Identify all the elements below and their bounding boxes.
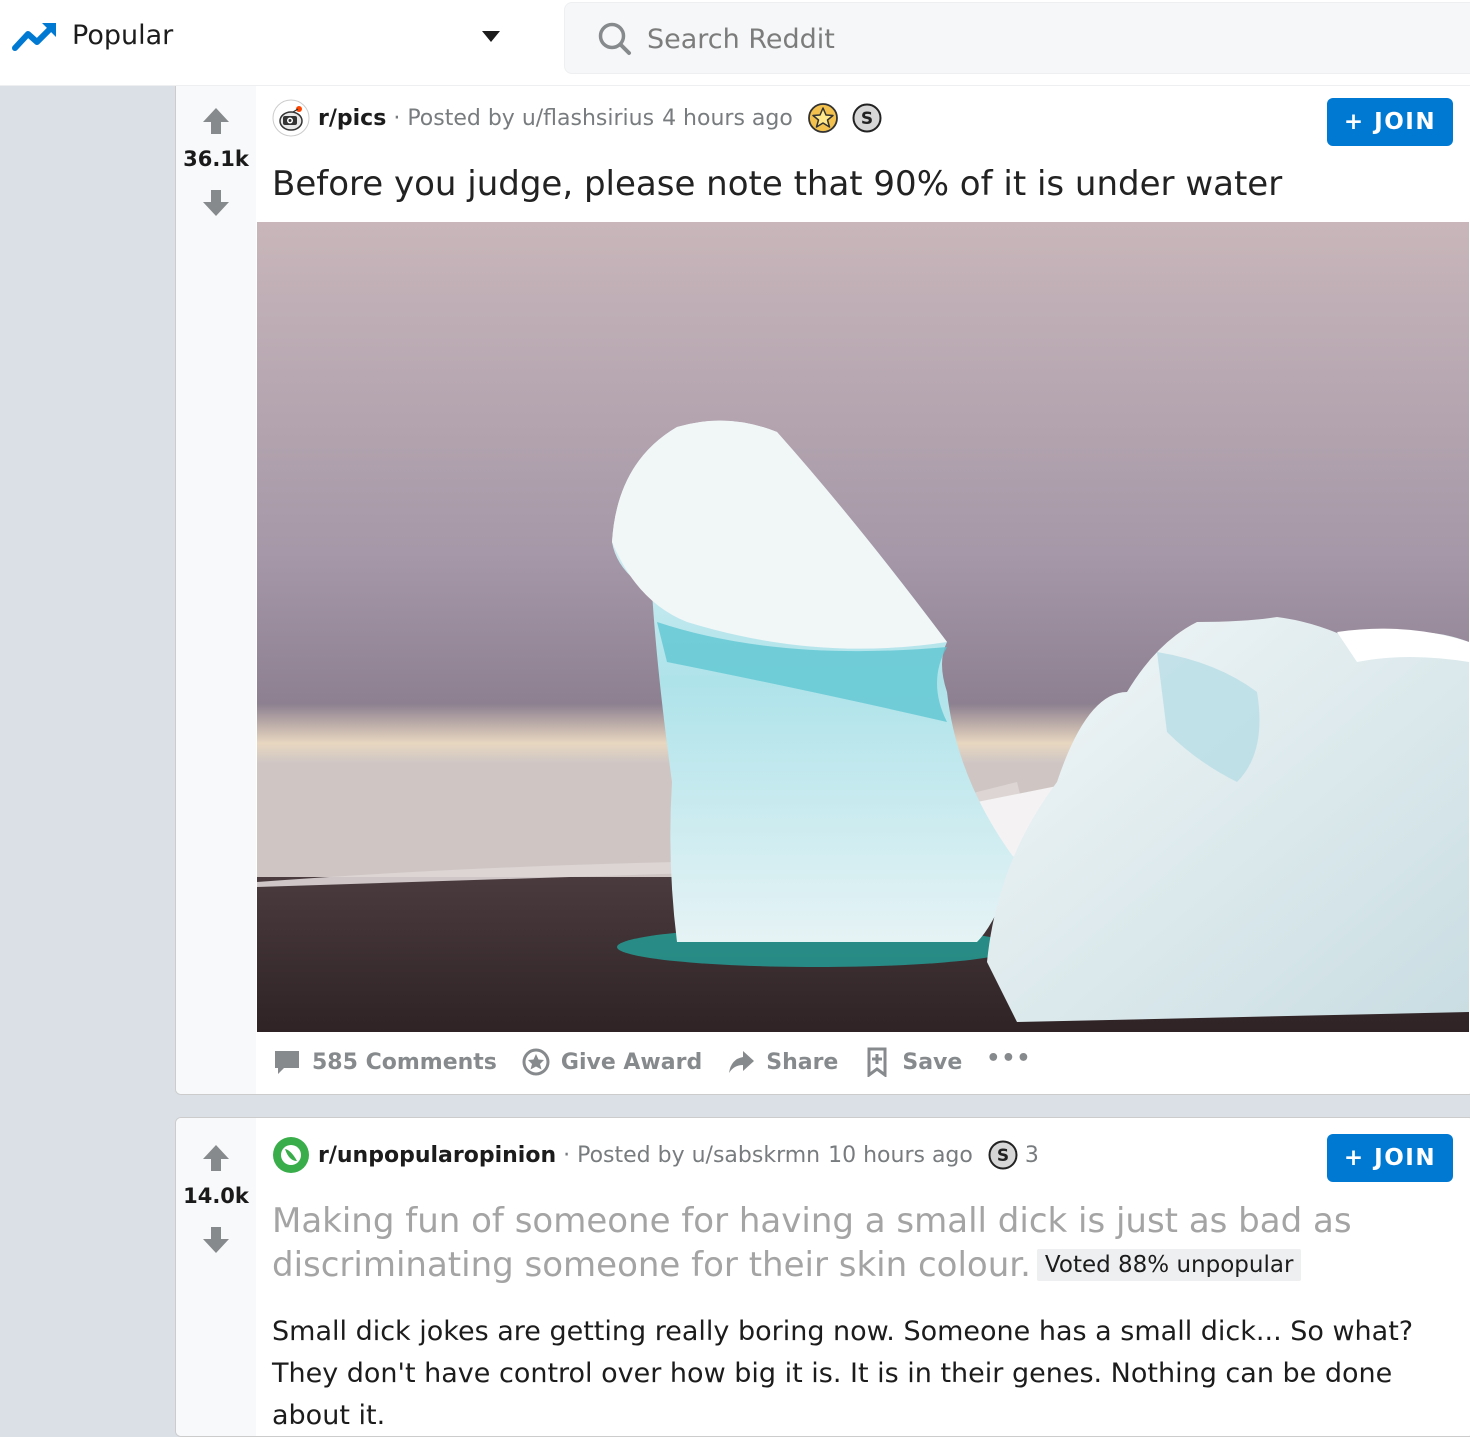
subreddit-icon[interactable] — [272, 99, 310, 137]
post-meta: r/pics · Posted by u/flashsirius 4 hours… — [272, 98, 883, 138]
svg-text:S: S — [997, 1146, 1009, 1166]
post-title[interactable]: Before you judge, please note that 90% o… — [272, 162, 1282, 206]
silver-award-icon[interactable]: S — [987, 1139, 1019, 1171]
more-options-button[interactable]: ••• — [986, 1046, 1031, 1071]
join-button[interactable]: + JOIN — [1327, 1134, 1453, 1182]
chevron-down-icon — [482, 31, 500, 42]
comments-label: 585 Comments — [312, 1049, 497, 1075]
share-icon — [729, 1051, 755, 1073]
post-time[interactable]: 10 hours ago — [828, 1143, 973, 1168]
gold-award-icon[interactable] — [807, 102, 839, 134]
downvote-icon[interactable] — [201, 188, 231, 218]
award-icon — [522, 1048, 550, 1076]
downvote-icon[interactable] — [201, 1225, 231, 1255]
separator-dot: · — [563, 1142, 571, 1168]
post-title[interactable]: Making fun of someone for having a small… — [272, 1199, 1372, 1287]
separator-dot: · — [393, 105, 401, 131]
post-body: Small dick jokes are getting really bori… — [272, 1316, 1414, 1431]
posted-by[interactable]: Posted by u/sabskrmn — [577, 1143, 820, 1168]
silver-award-icon[interactable]: S — [851, 102, 883, 134]
post-meta: r/unpopularopinion · Posted by u/sabskrm… — [272, 1135, 1039, 1175]
feed-label: Popular — [72, 20, 174, 51]
subreddit-name[interactable]: r/unpopularopinion — [318, 1143, 556, 1168]
vote-column: 14.0k — [176, 1118, 256, 1436]
iceberg-photo[interactable] — [257, 222, 1469, 1032]
give-award-button[interactable]: Give Award — [521, 1047, 702, 1077]
search-input[interactable] — [647, 17, 1347, 61]
award-count: 3 — [1024, 1142, 1039, 1168]
post-time[interactable]: 4 hours ago — [662, 106, 793, 131]
post-flair[interactable]: Voted 88% unpopular — [1036, 1249, 1302, 1281]
top-bar: Popular — [0, 0, 1470, 86]
vote-count: 14.0k — [183, 1184, 249, 1208]
search-bar — [564, 2, 1470, 74]
search-icon — [598, 22, 631, 55]
comments-button[interactable]: 585 Comments — [272, 1047, 497, 1077]
posted-by[interactable]: Posted by u/flashsirius — [407, 106, 654, 131]
trending-up-icon — [12, 23, 56, 51]
vote-column: 36.1k — [176, 86, 256, 1094]
save-label: Save — [902, 1049, 963, 1075]
share-label: Share — [766, 1049, 839, 1075]
subreddit-icon[interactable] — [272, 1136, 310, 1174]
save-button[interactable]: Save — [862, 1047, 962, 1077]
give-award-label: Give Award — [560, 1049, 703, 1075]
post-card[interactable]: 36.1k r/pics · Posted by u/flashsirius 4… — [175, 86, 1470, 1095]
join-button[interactable]: + JOIN — [1327, 98, 1453, 146]
vote-count: 36.1k — [183, 147, 249, 171]
bookmark-icon — [867, 1047, 887, 1077]
share-button[interactable]: Share — [726, 1047, 838, 1077]
upvote-icon[interactable] — [201, 106, 231, 136]
upvote-icon[interactable] — [201, 1143, 231, 1173]
subreddit-name[interactable]: r/pics — [318, 106, 386, 131]
post-card[interactable]: 14.0k r/unpopularopinion · Posted by u/s… — [175, 1117, 1470, 1437]
comment-icon — [275, 1051, 299, 1074]
feed-selector[interactable]: Popular — [0, 0, 520, 78]
svg-text:S: S — [861, 109, 873, 129]
post-actions: 585 Comments Give Award Share Save ••• — [272, 1042, 1031, 1082]
